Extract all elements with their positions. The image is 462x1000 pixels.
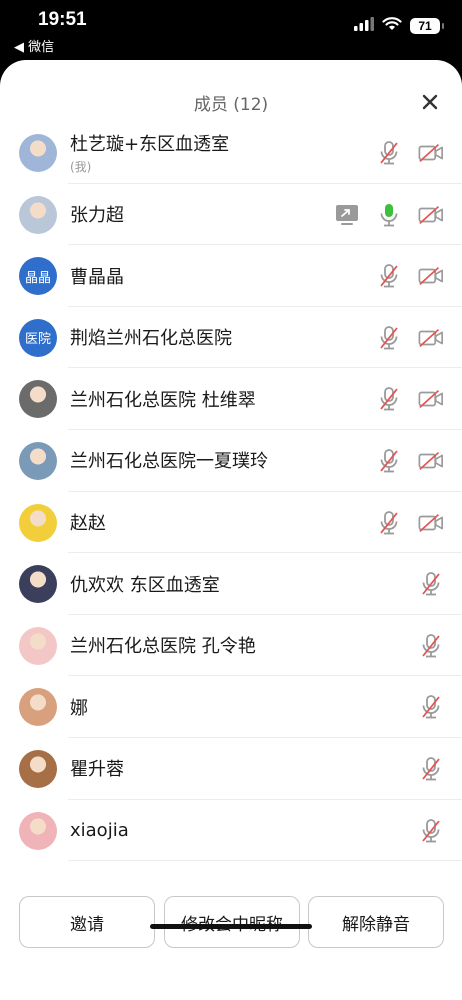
member-row[interactable]: 医院 荆焰兰州石化总医院 <box>0 307 462 369</box>
member-status-icons <box>418 694 444 720</box>
member-name: 张力超 <box>70 205 124 227</box>
member-name-block: 赵赵 <box>70 492 106 553</box>
member-status-icons <box>376 263 444 289</box>
camera-off-icon[interactable] <box>418 448 444 474</box>
microphone-active-icon[interactable] <box>376 202 402 228</box>
microphone-muted-icon[interactable] <box>376 386 402 412</box>
member-name: 兰州石化总医院 孔令艳 <box>70 636 256 658</box>
unmute-button[interactable]: 解除静音 <box>308 896 444 948</box>
microphone-muted-icon[interactable] <box>376 448 402 474</box>
member-status-icons <box>334 202 444 228</box>
member-status-icons <box>418 571 444 597</box>
member-row[interactable]: 仇欢欢 东区血透室 <box>0 553 462 615</box>
member-name-block: 兰州石化总医院 杜维翠 <box>70 368 256 429</box>
avatar: 晶晶 <box>19 257 57 296</box>
member-name-block: 杜艺璇+东区血透室 (我) <box>70 122 229 183</box>
member-name-block: 娜 <box>70 676 88 737</box>
avatar <box>19 749 57 788</box>
member-name: 仇欢欢 东区血透室 <box>70 574 220 596</box>
microphone-muted-icon[interactable] <box>418 694 444 720</box>
avatar <box>19 380 57 419</box>
camera-off-icon[interactable] <box>418 202 444 228</box>
member-row[interactable]: xiaojia <box>0 800 462 862</box>
sheet-title: 成员 (12) <box>193 95 269 115</box>
member-status-icons <box>376 140 444 166</box>
members-sheet: 成员 (12) 杜艺璇+东区血透室 (我) 张力超 晶晶 曹晶晶 医院 荆焰兰州石化总医院兰… <box>0 60 462 1000</box>
wifi-icon <box>382 16 402 35</box>
microphone-muted-icon[interactable] <box>376 510 402 536</box>
microphone-muted-icon[interactable] <box>376 140 402 166</box>
close-icon <box>422 94 438 110</box>
member-status-icons <box>418 633 444 659</box>
camera-off-icon[interactable] <box>418 325 444 351</box>
member-name-block: 兰州石化总医院 孔令艳 <box>70 615 256 676</box>
member-name: 瞿升蓉 <box>70 759 124 781</box>
avatar <box>19 503 57 542</box>
member-row[interactable]: 娜 <box>0 676 462 738</box>
member-row[interactable]: 张力超 <box>0 184 462 246</box>
home-indicator <box>150 924 312 929</box>
camera-off-icon[interactable] <box>418 510 444 536</box>
member-name: 荆焰兰州石化总医院 <box>70 328 232 350</box>
member-self-tag: (我) <box>70 160 92 174</box>
battery-level: 71 <box>418 18 432 33</box>
member-name: 兰州石化总医院 杜维翠 <box>70 389 256 411</box>
status-icons: 71 <box>354 16 444 35</box>
member-row[interactable]: 晶晶 曹晶晶 <box>0 245 462 307</box>
microphone-muted-icon[interactable] <box>376 325 402 351</box>
member-row[interactable]: 兰州石化总医院 杜维翠 <box>0 368 462 430</box>
member-name: 杜艺璇+东区血透室 <box>70 134 230 155</box>
cellular-signal-icon <box>354 16 374 35</box>
microphone-muted-icon[interactable] <box>418 633 444 659</box>
status-bar: 19:51 ◀ 微信 71 <box>0 0 462 56</box>
avatar: 医院 <box>19 318 57 357</box>
member-name-block: xiaojia <box>70 800 129 861</box>
camera-off-icon[interactable] <box>418 386 444 412</box>
member-name: 兰州石化总医院一夏璞玲 <box>70 451 268 473</box>
avatar <box>19 688 57 727</box>
status-time: 19:51 <box>38 9 87 30</box>
member-status-icons <box>376 386 444 412</box>
member-status-icons <box>418 818 444 844</box>
member-list: 杜艺璇+东区血透室 (我) 张力超 晶晶 曹晶晶 医院 荆焰兰州石化总医院 兰州石化总医院 杜… <box>0 122 462 861</box>
member-status-icons <box>376 448 444 474</box>
camera-off-icon[interactable] <box>418 140 444 166</box>
camera-off-icon[interactable] <box>418 263 444 289</box>
member-name: 赵赵 <box>70 513 106 535</box>
avatar <box>19 811 57 850</box>
microphone-muted-icon[interactable] <box>418 571 444 597</box>
avatar <box>19 626 57 665</box>
member-row[interactable]: 杜艺璇+东区血透室 (我) <box>0 122 462 184</box>
member-row[interactable]: 兰州石化总医院 孔令艳 <box>0 615 462 677</box>
avatar <box>19 195 57 234</box>
member-row[interactable]: 瞿升蓉 <box>0 738 462 800</box>
microphone-muted-icon[interactable] <box>376 263 402 289</box>
battery-icon: 71 <box>410 17 444 34</box>
member-status-icons <box>376 325 444 351</box>
member-name-block: 曹晶晶 <box>70 245 124 306</box>
avatar <box>19 565 57 604</box>
member-row[interactable]: 赵赵 <box>0 492 462 554</box>
member-name-block: 荆焰兰州石化总医院 <box>70 307 232 368</box>
member-row[interactable]: 兰州石化总医院一夏璞玲 <box>0 430 462 492</box>
member-name-block: 瞿升蓉 <box>70 738 124 799</box>
member-name: xiaojia <box>70 819 129 841</box>
member-name: 娜 <box>70 697 88 719</box>
avatar <box>19 134 57 172</box>
invite-button[interactable]: 邀请 <box>19 896 155 948</box>
member-status-icons <box>418 756 444 782</box>
member-name-block: 张力超 <box>70 184 124 245</box>
microphone-muted-icon[interactable] <box>418 818 444 844</box>
member-name: 曹晶晶 <box>70 266 124 288</box>
member-status-icons <box>376 510 444 536</box>
microphone-muted-icon[interactable] <box>418 756 444 782</box>
member-name-block: 兰州石化总医院一夏璞玲 <box>70 430 268 491</box>
member-name-block: 仇欢欢 东区血透室 <box>70 553 220 614</box>
back-to-app-link[interactable]: ◀ 微信 <box>14 36 54 55</box>
rename-in-meeting-button[interactable]: 修改会中昵称 <box>164 896 300 948</box>
close-button[interactable] <box>416 88 444 116</box>
avatar <box>19 441 57 480</box>
screen-share-icon[interactable] <box>334 202 360 228</box>
